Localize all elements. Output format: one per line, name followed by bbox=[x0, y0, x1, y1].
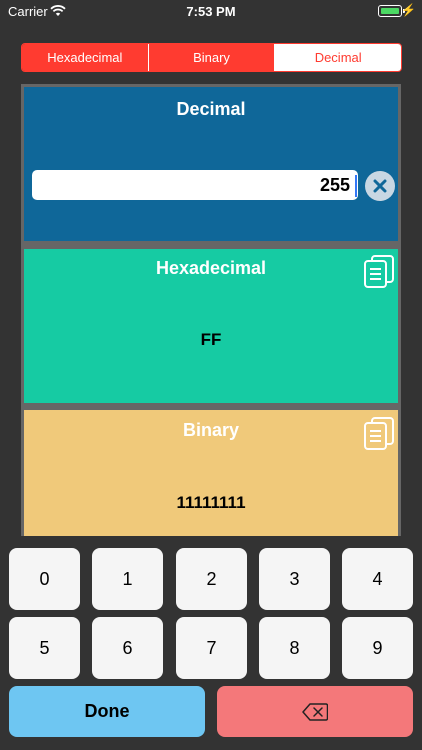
hexadecimal-result: FF bbox=[200, 330, 222, 349]
done-button[interactable]: Done bbox=[9, 686, 205, 737]
hexadecimal-panel-title: Hexadecimal bbox=[155, 258, 267, 278]
key-7[interactable]: 7 bbox=[176, 617, 247, 679]
tab-binary[interactable]: Binary bbox=[147, 44, 275, 71]
binary-result: 11111111 bbox=[176, 493, 246, 512]
tab-hexadecimal[interactable]: Hexadecimal bbox=[22, 44, 148, 71]
backspace-icon bbox=[302, 702, 328, 721]
key-3[interactable]: 3 bbox=[259, 548, 330, 610]
binary-panel: Binary 11111111 bbox=[24, 410, 398, 536]
copy-hex-icon[interactable] bbox=[363, 254, 395, 288]
status-time: 7:53 PM bbox=[186, 4, 236, 19]
tab-decimal[interactable]: Decimal bbox=[274, 44, 401, 71]
charging-icon: ⚡ bbox=[401, 3, 416, 17]
key-2[interactable]: 2 bbox=[176, 548, 247, 610]
decimal-panel: Decimal bbox=[24, 87, 398, 241]
key-0[interactable]: 0 bbox=[9, 548, 80, 610]
decimal-panel-title: Decimal bbox=[176, 99, 246, 119]
key-9[interactable]: 9 bbox=[342, 617, 413, 679]
hexadecimal-panel: Hexadecimal FF bbox=[24, 249, 398, 403]
close-icon bbox=[373, 179, 387, 193]
conversion-panels: Decimal Hexadecimal FF Binary 11111111 bbox=[21, 84, 401, 536]
copy-binary-icon[interactable] bbox=[363, 416, 395, 450]
text-cursor bbox=[355, 175, 357, 197]
status-bar: Carrier 7:53 PM ⚡ bbox=[0, 0, 422, 24]
keypad: 0 1 2 3 4 5 6 7 8 9 Done bbox=[0, 536, 422, 750]
key-4[interactable]: 4 bbox=[342, 548, 413, 610]
key-6[interactable]: 6 bbox=[92, 617, 163, 679]
binary-panel-title: Binary bbox=[182, 420, 240, 440]
key-5[interactable]: 5 bbox=[9, 617, 80, 679]
battery-icon bbox=[378, 5, 402, 17]
base-segmented-control: Hexadecimal Binary Decimal bbox=[21, 43, 402, 72]
delete-button[interactable] bbox=[217, 686, 413, 737]
decimal-input[interactable] bbox=[32, 170, 358, 200]
clear-input-button[interactable] bbox=[365, 171, 395, 201]
key-8[interactable]: 8 bbox=[259, 617, 330, 679]
key-1[interactable]: 1 bbox=[92, 548, 163, 610]
